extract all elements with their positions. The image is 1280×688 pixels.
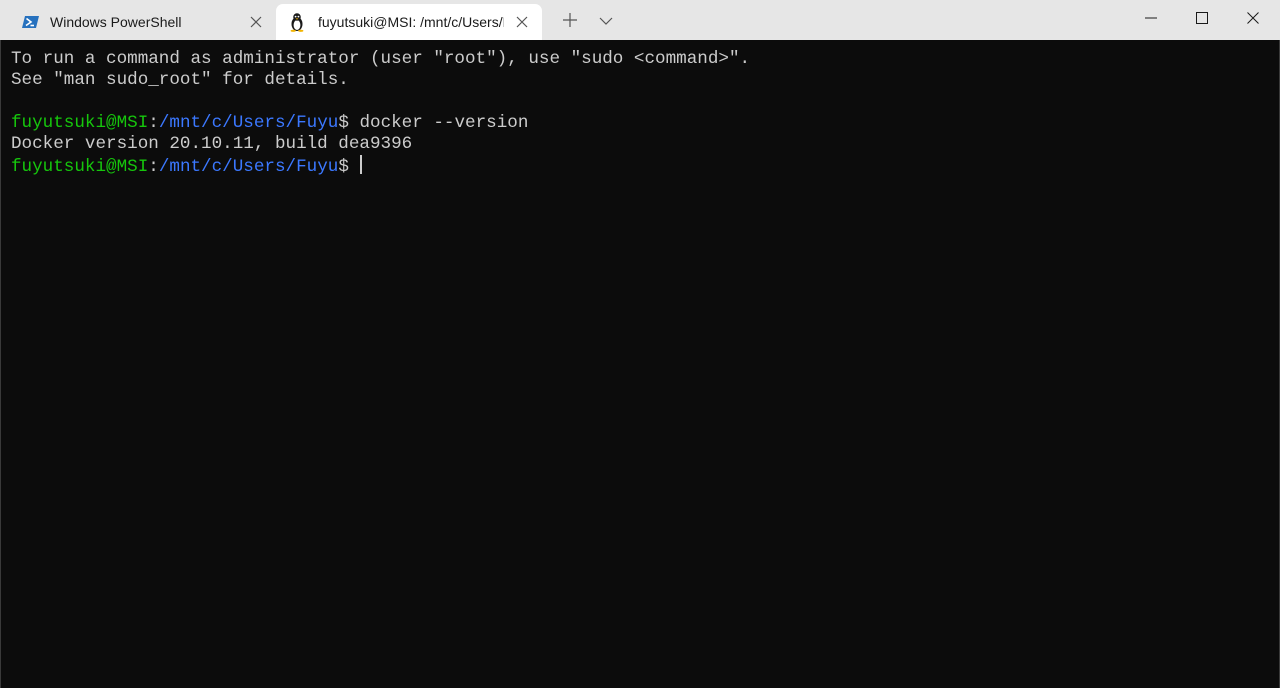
prompt-path: /mnt/c/Users/Fuyu <box>158 157 339 178</box>
minimize-button[interactable] <box>1126 0 1176 40</box>
close-icon <box>1247 11 1259 29</box>
prompt-line: fuyutsuki@MSI:/mnt/c/Users/Fuyu$ docker … <box>11 113 1279 134</box>
maximize-icon <box>1196 11 1208 29</box>
tab-windows-powershell[interactable]: Windows PowerShell <box>8 4 272 40</box>
text-cursor <box>360 155 363 175</box>
tab-label: fuyutsuki@MSI: /mnt/c/Users/Fuyu <box>318 14 504 30</box>
prompt-user: fuyutsuki@MSI <box>11 157 149 178</box>
linux-penguin-icon <box>288 12 306 32</box>
prompt-user: fuyutsuki@MSI <box>11 112 149 133</box>
terminal-window: Windows PowerShell fuyutsuki@MSI: /mnt/c… <box>0 0 1280 688</box>
terminal-output[interactable]: To run a command as administrator (user … <box>0 40 1280 688</box>
chevron-down-icon <box>599 13 613 31</box>
tab-dropdown-button[interactable] <box>592 8 620 36</box>
prompt-separator: : <box>148 157 159 178</box>
command-text: docker --version <box>359 112 529 133</box>
terminal-line: To run a command as administrator (user … <box>11 49 751 69</box>
terminal-line: See "man sudo_root" for details. <box>11 70 349 91</box>
plus-icon <box>562 12 578 33</box>
close-tab-icon[interactable] <box>512 12 532 32</box>
tab-ubuntu[interactable]: fuyutsuki@MSI: /mnt/c/Users/Fuyu <box>276 4 542 40</box>
new-tab-button[interactable] <box>556 8 584 36</box>
prompt-symbol: $ <box>338 157 360 178</box>
minimize-icon <box>1145 11 1157 29</box>
title-bar[interactable]: Windows PowerShell fuyutsuki@MSI: /mnt/c… <box>0 0 1280 40</box>
close-window-button[interactable] <box>1228 0 1278 40</box>
powershell-icon <box>22 13 40 31</box>
tab-label: Windows PowerShell <box>50 14 182 30</box>
prompt-symbol: $ <box>338 112 360 133</box>
prompt-path: /mnt/c/Users/Fuyu <box>158 112 339 133</box>
maximize-button[interactable] <box>1177 0 1227 40</box>
command-output: Docker version 20.10.11, build dea9396 <box>11 134 413 155</box>
prompt-separator: : <box>148 112 159 133</box>
close-tab-icon[interactable] <box>246 12 266 32</box>
active-prompt-line[interactable]: fuyutsuki@MSI:/mnt/c/Users/Fuyu$ <box>11 155 1279 178</box>
